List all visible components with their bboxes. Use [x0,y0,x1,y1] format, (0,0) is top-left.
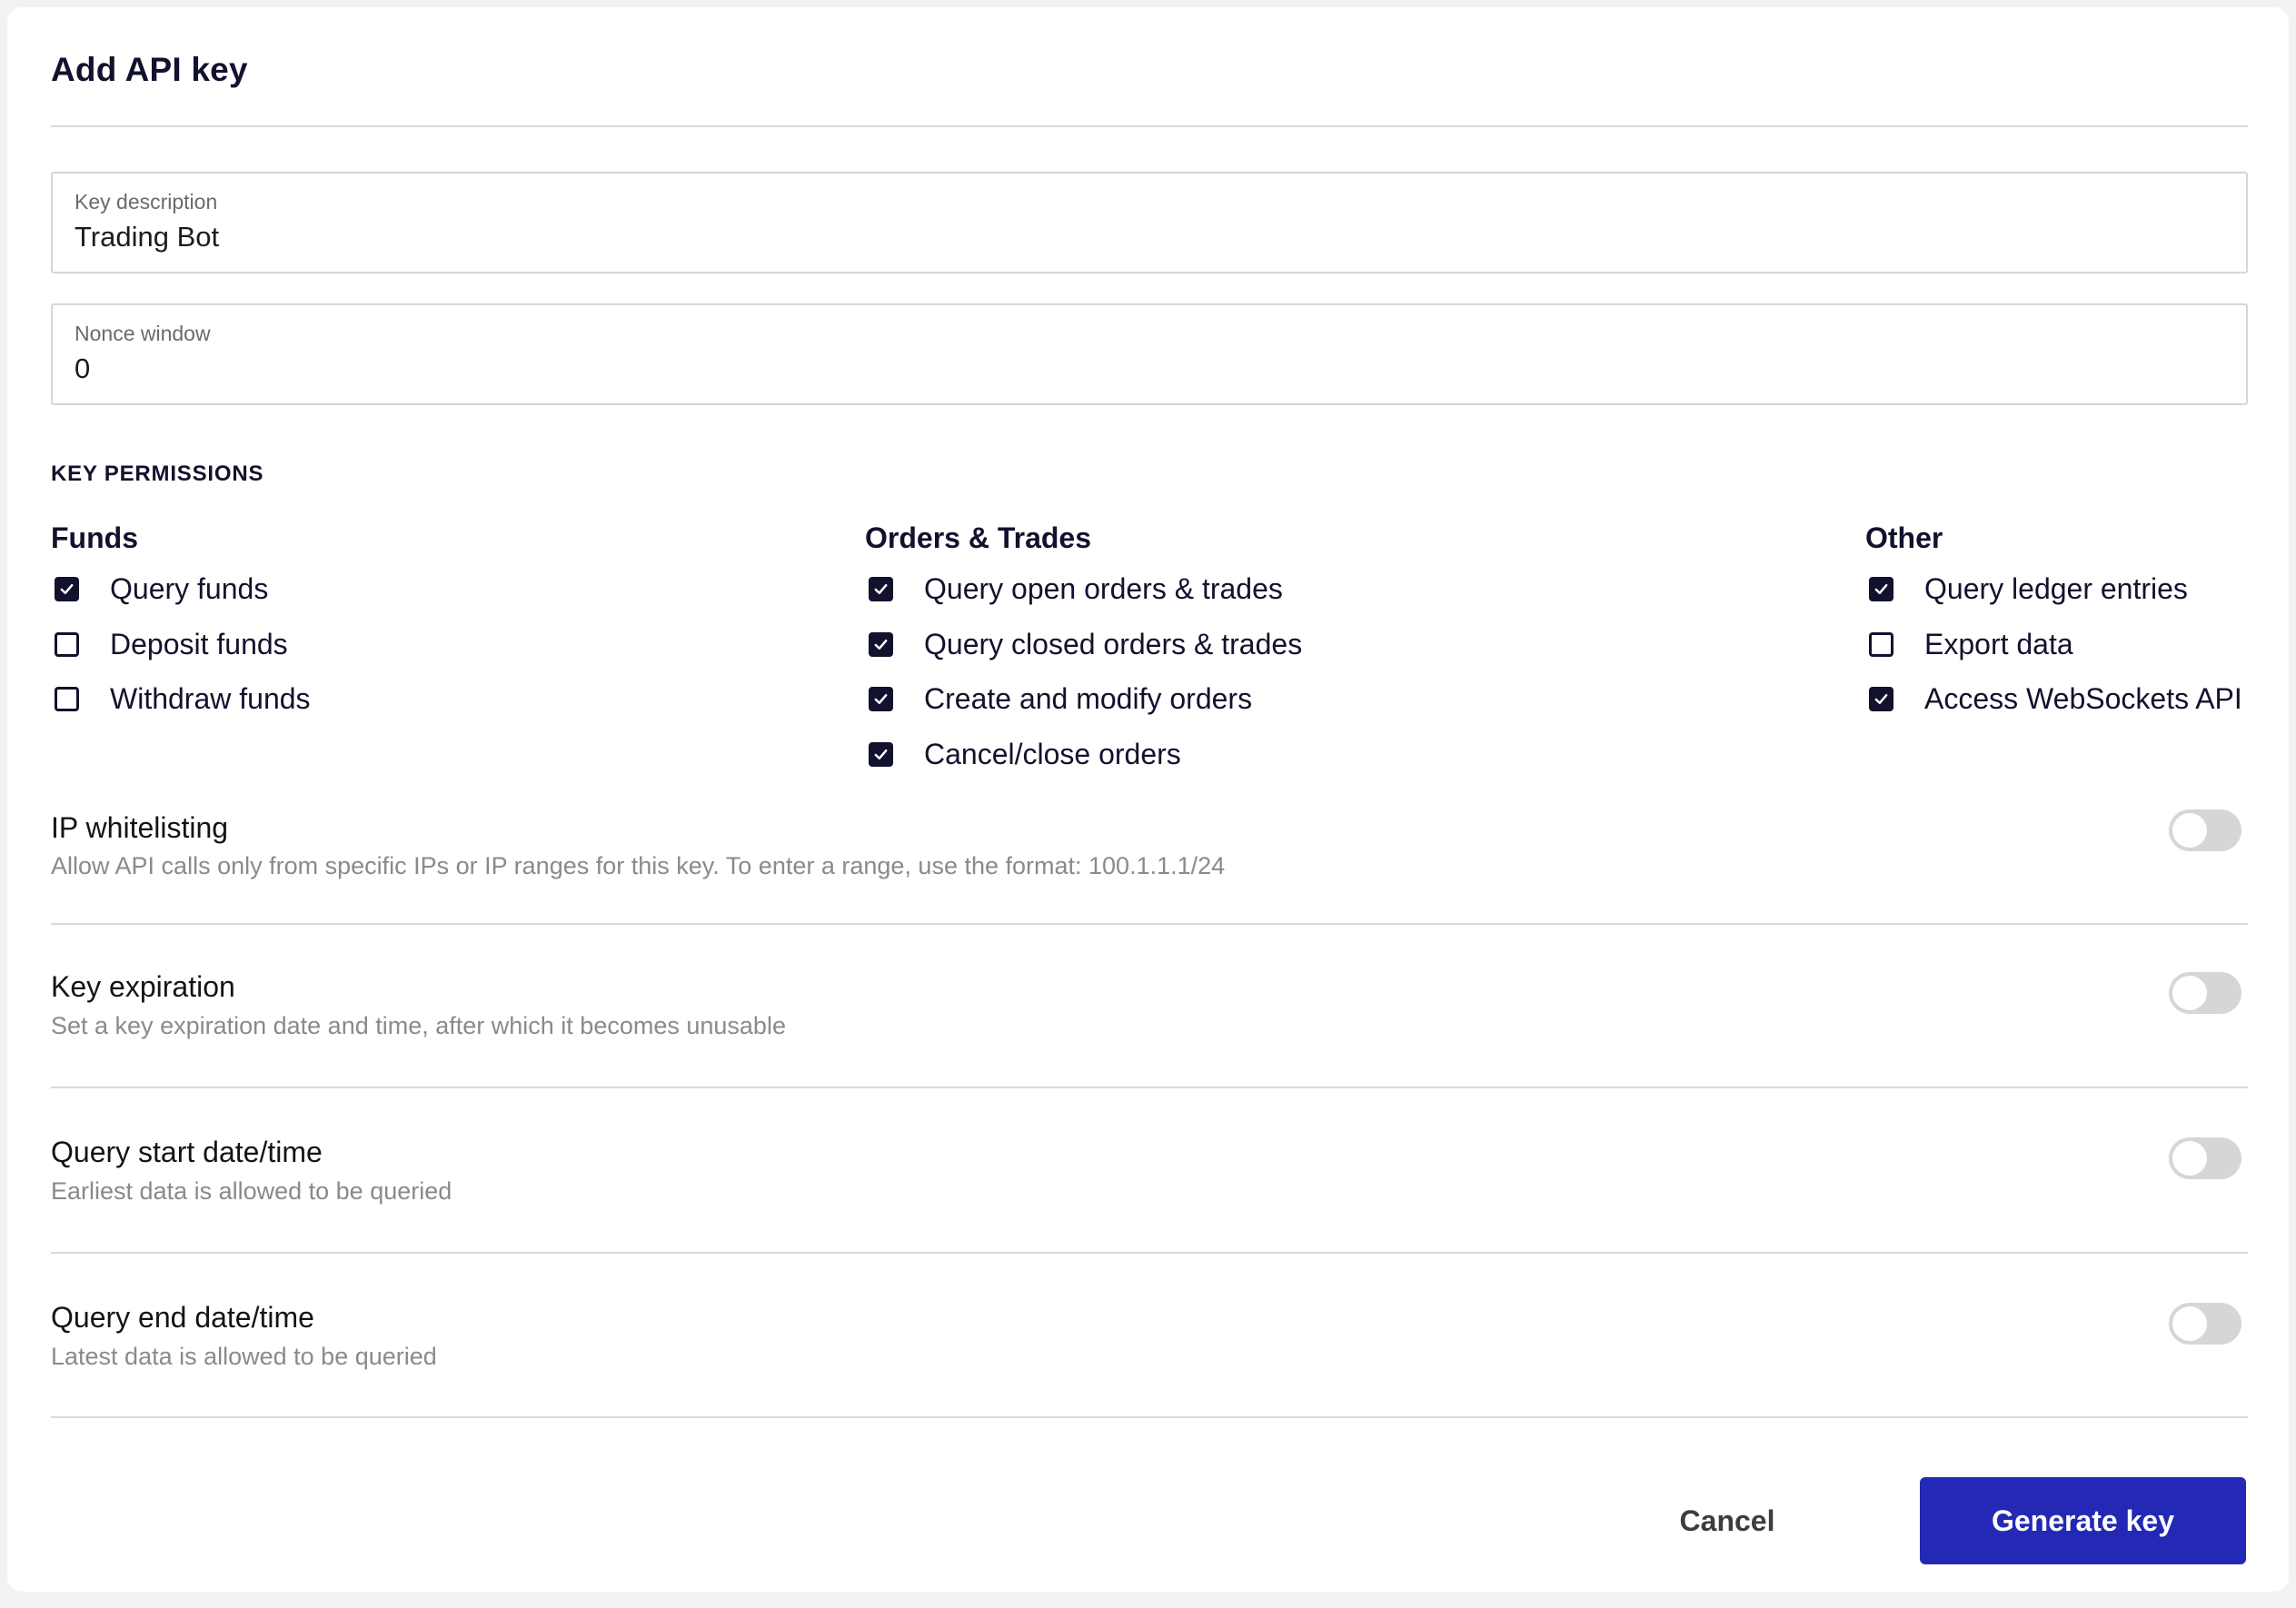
permission-query-funds[interactable]: Query funds [51,571,268,607]
permission-label: Query funds [110,571,269,605]
permission-query-closed-orders-trades[interactable]: Query closed orders & trades [865,626,1302,662]
key-description-field[interactable]: Key description [51,172,2248,273]
option-divider [51,1416,2248,1418]
nonce-window-label: Nonce window [75,322,211,345]
checkbox-checked-icon[interactable] [869,741,893,767]
option-description-query-end-date-time: Latest data is allowed to be queried [51,1343,437,1370]
checkbox-checked-icon[interactable] [1869,686,1893,711]
toggle-query-start-date-time[interactable] [2169,1137,2241,1179]
permission-create-and-modify-orders[interactable]: Create and modify orders [865,680,1252,717]
option-divider [51,1252,2248,1254]
option-divider [51,923,2248,925]
generate-key-button[interactable]: Generate key [1920,1477,2246,1564]
permission-cancel-close-orders[interactable]: Cancel/close orders [865,736,1181,772]
option-description-query-start-date-time: Earliest data is allowed to be queried [51,1177,452,1205]
toggle-knob [2172,813,2207,848]
nonce-window-field[interactable]: Nonce window [51,303,2248,405]
nonce-window-input[interactable] [75,352,2164,385]
permission-query-open-orders-trades[interactable]: Query open orders & trades [865,571,1283,607]
permission-group-title-funds: Funds [51,521,138,554]
option-title-ip-whitelisting: IP whitelisting [51,811,229,844]
permission-group-title-other: Other [1865,521,1943,554]
toggle-knob [2172,1141,2207,1176]
permission-label: Cancel/close orders [924,737,1181,770]
toggle-knob [2172,976,2207,1010]
checkbox-unchecked-icon[interactable] [55,686,79,711]
option-title-query-end-date-time: Query end date/time [51,1301,314,1334]
permission-label: Access WebSockets API [1924,681,2242,715]
key-permissions-heading: KEY PERMISSIONS [51,462,264,486]
permission-label: Query ledger entries [1924,571,2188,605]
checkbox-checked-icon[interactable] [1869,576,1893,601]
key-description-input[interactable] [75,221,2164,253]
dialog-title: Add API key [51,51,248,88]
permission-label: Deposit funds [110,627,288,660]
option-divider [51,1087,2248,1088]
checkbox-unchecked-icon[interactable] [1869,631,1893,657]
permission-label: Query closed orders & trades [924,627,1303,660]
permission-group-title-orders-trades: Orders & Trades [865,521,1091,554]
option-title-query-start-date-time: Query start date/time [51,1136,323,1168]
permission-withdraw-funds[interactable]: Withdraw funds [51,680,311,717]
toggle-key-expiration[interactable] [2169,972,2241,1014]
key-description-label: Key description [75,190,218,213]
checkbox-checked-icon[interactable] [55,576,79,601]
toggle-query-end-date-time[interactable] [2169,1303,2241,1345]
permission-label: Query open orders & trades [924,571,1283,605]
option-description-ip-whitelisting: Allow API calls only from specific IPs o… [51,852,1226,879]
permission-query-ledger-entries[interactable]: Query ledger entries [1865,571,2188,607]
option-description-key-expiration: Set a key expiration date and time, afte… [51,1012,786,1039]
option-title-key-expiration: Key expiration [51,970,235,1003]
permission-access-websockets-api[interactable]: Access WebSockets API [1865,680,2242,717]
toggle-ip-whitelisting[interactable] [2169,809,2241,851]
toggle-knob [2172,1306,2207,1341]
permission-label: Create and modify orders [924,681,1253,715]
permission-label: Withdraw funds [110,681,311,715]
checkbox-checked-icon[interactable] [869,686,893,711]
checkbox-checked-icon[interactable] [869,576,893,601]
permission-deposit-funds[interactable]: Deposit funds [51,626,288,662]
permission-label: Export data [1924,627,2073,660]
cancel-button[interactable]: Cancel [1643,1477,1812,1564]
add-api-key-dialog: Add API key Key description Nonce window… [7,7,2289,1592]
permission-export-data[interactable]: Export data [1865,626,2073,662]
header-divider [51,125,2248,127]
checkbox-checked-icon[interactable] [869,631,893,657]
checkbox-unchecked-icon[interactable] [55,631,79,657]
